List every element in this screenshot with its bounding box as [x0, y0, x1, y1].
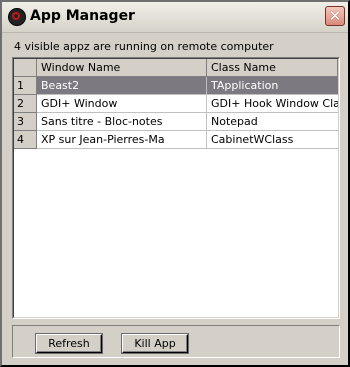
column-header-window-name[interactable]: Window Name [37, 59, 207, 77]
refresh-button[interactable]: Refresh [35, 333, 103, 354]
title-bar[interactable]: App Manager ✕ [2, 2, 348, 33]
app-manager-window: App Manager ✕ 4 visible appz are running… [0, 0, 350, 367]
window-title: App Manager [30, 8, 135, 24]
window-name-cell[interactable]: XP sur Jean-Pierres-Ma [37, 131, 207, 149]
class-name-cell[interactable]: TApplication [207, 77, 338, 95]
class-name-cell[interactable]: Notepad [207, 113, 338, 131]
class-name-cell[interactable]: CabinetWClass [207, 131, 338, 149]
status-text: 4 visible appz are running on remote com… [14, 40, 274, 53]
class-name-cell[interactable]: GDI+ Hook Window Class [207, 95, 338, 113]
row-number: 2 [14, 95, 37, 113]
row-number: 4 [14, 131, 37, 149]
kill-app-button[interactable]: Kill App [121, 333, 189, 354]
row-number: 1 [14, 77, 37, 95]
window-name-cell[interactable]: GDI+ Window [37, 95, 207, 113]
window-name-cell[interactable]: Sans titre - Bloc-notes [37, 113, 207, 131]
row-number-header [14, 59, 37, 77]
window-name-cell[interactable]: Beast2 [37, 77, 207, 95]
table-row[interactable]: 2 GDI+ Window GDI+ Hook Window Class [14, 95, 338, 113]
table-row[interactable]: 4 XP sur Jean-Pierres-Ma CabinetWClass [14, 131, 338, 149]
table-row[interactable]: 1 Beast2 TApplication [14, 77, 338, 95]
apps-table: Window Name Class Name 1 Beast2 TApplica… [12, 57, 340, 319]
row-number: 3 [14, 113, 37, 131]
table-header: Window Name Class Name [14, 59, 338, 77]
close-button[interactable]: ✕ [325, 6, 345, 26]
column-header-class-name[interactable]: Class Name [207, 59, 338, 77]
button-panel: Refresh Kill App [12, 325, 340, 358]
table-row[interactable]: 3 Sans titre - Bloc-notes Notepad [14, 113, 338, 131]
app-icon [8, 8, 26, 26]
